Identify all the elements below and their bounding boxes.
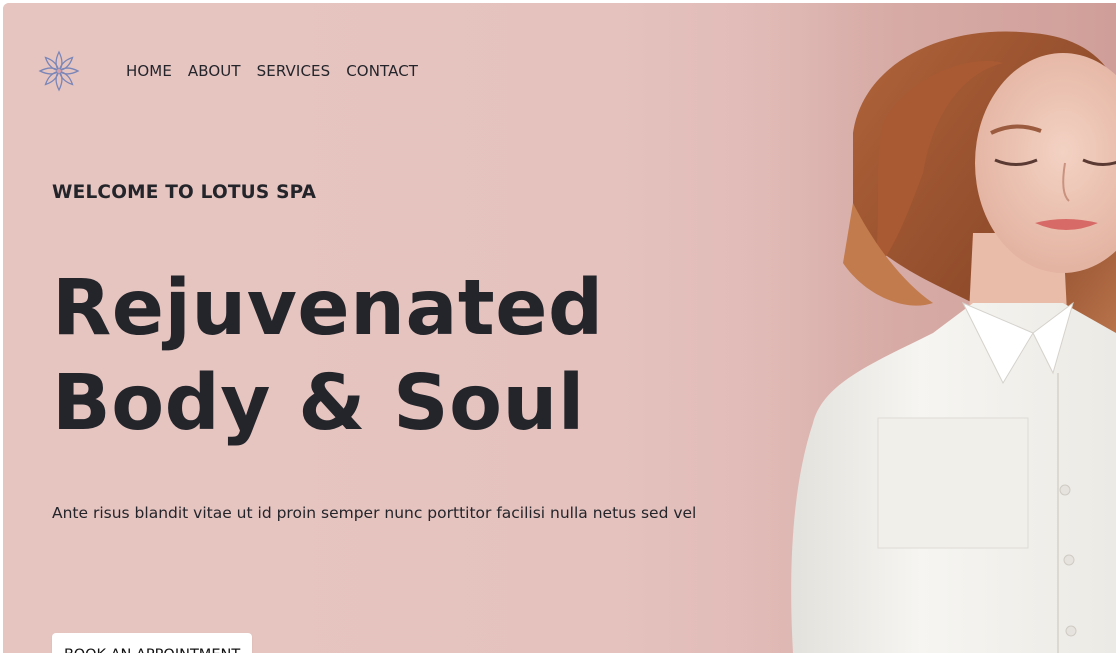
main-nav: HOME ABOUT SERVICES CONTACT [126,62,418,80]
book-appointment-button[interactable]: BOOK AN APPOINTMENT [52,633,253,653]
woman-portrait-photo [733,3,1116,653]
lotus-flower-icon[interactable] [38,50,80,92]
headline-line-2: Body & Soul [52,359,585,448]
hero-headline: Rejuvenated Body & Soul [52,261,604,451]
headline-line-1: Rejuvenated [52,264,604,353]
nav-item-contact[interactable]: CONTACT [346,62,418,80]
hero-description: Ante risus blandit vitae ut id proin sem… [52,504,697,522]
welcome-eyebrow: WELCOME TO LOTUS SPA [52,182,317,203]
nav-item-about[interactable]: ABOUT [188,62,241,80]
hero-section: HOME ABOUT SERVICES CONTACT WELCOME TO L… [3,3,1116,653]
nav-item-services[interactable]: SERVICES [257,62,331,80]
nav-item-home[interactable]: HOME [126,62,172,80]
